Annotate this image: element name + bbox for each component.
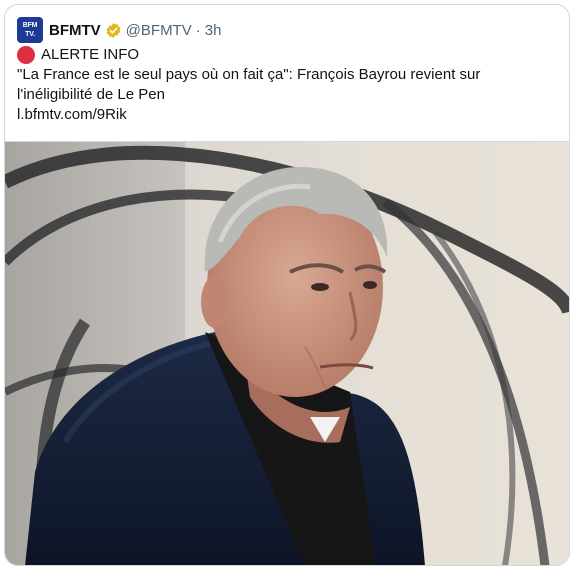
tweet-timestamp[interactable]: 3h: [205, 22, 222, 39]
tweet-text: ALERTE INFO "La France est le seul pays …: [17, 45, 557, 125]
logo-text-line1: BFM: [22, 22, 38, 29]
tweet-photo[interactable]: [5, 141, 569, 565]
logo-text-line2: TV.: [25, 31, 35, 38]
tweet-body-line-2: l'inéligibilité de Le Pen: [17, 86, 165, 103]
tweet-link[interactable]: l.bfmtv.com/9Rik: [17, 105, 557, 125]
verified-badge-icon: [105, 22, 122, 39]
red-circle-icon: [17, 46, 35, 64]
display-name[interactable]: BFMTV: [49, 22, 101, 39]
bfmtv-avatar[interactable]: BFM TV.: [17, 17, 43, 43]
tweet-body-line-1: "La France est le seul pays où on fait ç…: [17, 66, 481, 83]
separator-dot: ·: [195, 21, 201, 39]
alert-row: ALERTE INFO: [17, 45, 557, 65]
tweet-card[interactable]: BFM TV. BFMTV @BFMTV · 3h ALERTE INFO "L…: [4, 4, 570, 566]
photo-portrait-image: [5, 142, 569, 565]
user-handle[interactable]: @BFMTV: [126, 22, 192, 39]
tweet-header: BFM TV. BFMTV @BFMTV · 3h: [17, 17, 221, 43]
alert-label: ALERTE INFO: [41, 46, 140, 63]
